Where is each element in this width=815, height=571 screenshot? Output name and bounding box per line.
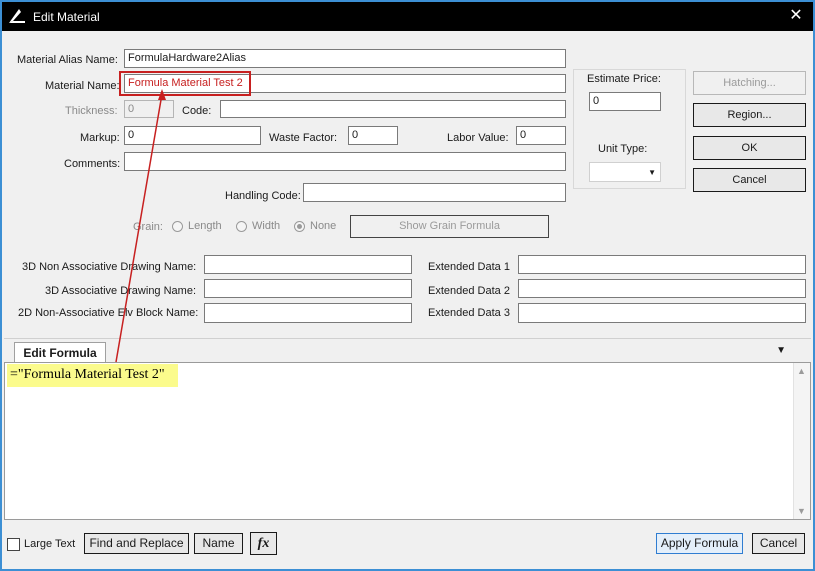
extended-data-1-label: Extended Data 1 — [428, 261, 510, 273]
material-name-label: Material Name: — [45, 80, 120, 92]
unit-type-select[interactable]: ▼ — [589, 162, 661, 182]
non-assoc-drawing-label: 3D Non Associative Drawing Name: — [22, 261, 197, 273]
dropdown-arrow-icon: ▼ — [648, 168, 656, 177]
grain-width-label: Width — [252, 220, 281, 232]
scroll-up-icon[interactable]: ▲ — [797, 366, 806, 376]
assoc-drawing-label: 3D Associative Drawing Name: — [45, 285, 197, 297]
grain-none-label: None — [310, 220, 337, 232]
alias-label: Material Alias Name: — [17, 54, 118, 66]
large-text-label: Large Text — [24, 538, 76, 550]
window-title: Edit Material — [33, 10, 100, 24]
cancel-button[interactable]: Cancel — [693, 168, 806, 192]
editor-scrollbar[interactable]: ▲ ▼ — [793, 363, 810, 519]
app-logo-icon — [9, 9, 25, 23]
handling-code-input[interactable] — [303, 183, 566, 202]
elv-block-label: 2D Non-Associative Elv Block Name: — [18, 307, 199, 319]
labor-value-label: Labor Value: — [447, 132, 509, 144]
non-assoc-drawing-input[interactable] — [204, 255, 412, 274]
collapse-arrow-icon[interactable]: ▼ — [776, 345, 786, 356]
function-fx-button[interactable]: fx — [250, 532, 277, 555]
extended-data-3-label: Extended Data 3 — [428, 307, 510, 319]
comments-input[interactable] — [124, 152, 566, 171]
thickness-input[interactable]: 0 — [124, 100, 174, 118]
waste-factor-input[interactable]: 0 — [348, 126, 398, 145]
find-replace-button[interactable]: Find and Replace — [84, 533, 189, 554]
comments-label: Comments: — [64, 158, 121, 170]
close-icon[interactable]: ✕ — [787, 7, 805, 25]
thickness-label: Thickness: — [65, 105, 118, 117]
unit-type-label: Unit Type: — [598, 143, 648, 155]
labor-value-input[interactable]: 0 — [516, 126, 566, 145]
tab-edit-formula[interactable]: Edit Formula — [14, 342, 106, 363]
code-input[interactable] — [220, 100, 566, 118]
formula-text[interactable]: ="Formula Material Test 2" — [7, 364, 178, 387]
formula-tab-strip: Edit Formula ▼ — [4, 338, 811, 363]
markup-input[interactable]: 0 — [124, 126, 261, 145]
extended-data-1-input[interactable] — [518, 255, 806, 274]
cancel-formula-button[interactable]: Cancel — [752, 533, 805, 554]
estimate-price-label: Estimate Price: — [587, 73, 661, 85]
extended-data-2-input[interactable] — [518, 279, 806, 298]
scroll-down-icon[interactable]: ▼ — [797, 506, 806, 516]
estimate-group: Estimate Price: 0 Unit Type: ▼ — [573, 69, 686, 189]
name-button[interactable]: Name — [194, 533, 243, 554]
waste-factor-label: Waste Factor: — [269, 132, 338, 144]
assoc-drawing-input[interactable] — [204, 279, 412, 298]
grain-length-label: Length — [188, 220, 222, 232]
alias-input[interactable]: FormulaHardware2Alias — [124, 49, 566, 68]
grain-width-radio[interactable] — [236, 221, 247, 232]
estimate-price-input[interactable]: 0 — [589, 92, 661, 111]
region-button[interactable]: Region... — [693, 103, 806, 127]
grain-none-radio[interactable] — [294, 221, 305, 232]
title-bar[interactable]: Edit Material ✕ — [2, 2, 813, 31]
large-text-checkbox[interactable] — [7, 538, 20, 551]
grain-length-radio[interactable] — [172, 221, 183, 232]
extended-data-3-input[interactable] — [518, 303, 806, 323]
grain-label: Grain: — [133, 221, 163, 233]
markup-label: Markup: — [80, 132, 120, 144]
ok-button[interactable]: OK — [693, 136, 806, 160]
show-grain-formula-button[interactable]: Show Grain Formula — [350, 215, 549, 238]
annotation-highlight-box — [119, 71, 251, 96]
apply-formula-button[interactable]: Apply Formula — [656, 533, 743, 554]
extended-data-2-label: Extended Data 2 — [428, 285, 510, 297]
handling-code-label: Handling Code: — [225, 190, 301, 202]
code-label: Code: — [182, 105, 212, 117]
hatching-button[interactable]: Hatching... — [693, 71, 806, 95]
formula-editor[interactable]: ="Formula Material Test 2" ▲ ▼ — [4, 362, 811, 520]
elv-block-input[interactable] — [204, 303, 412, 323]
